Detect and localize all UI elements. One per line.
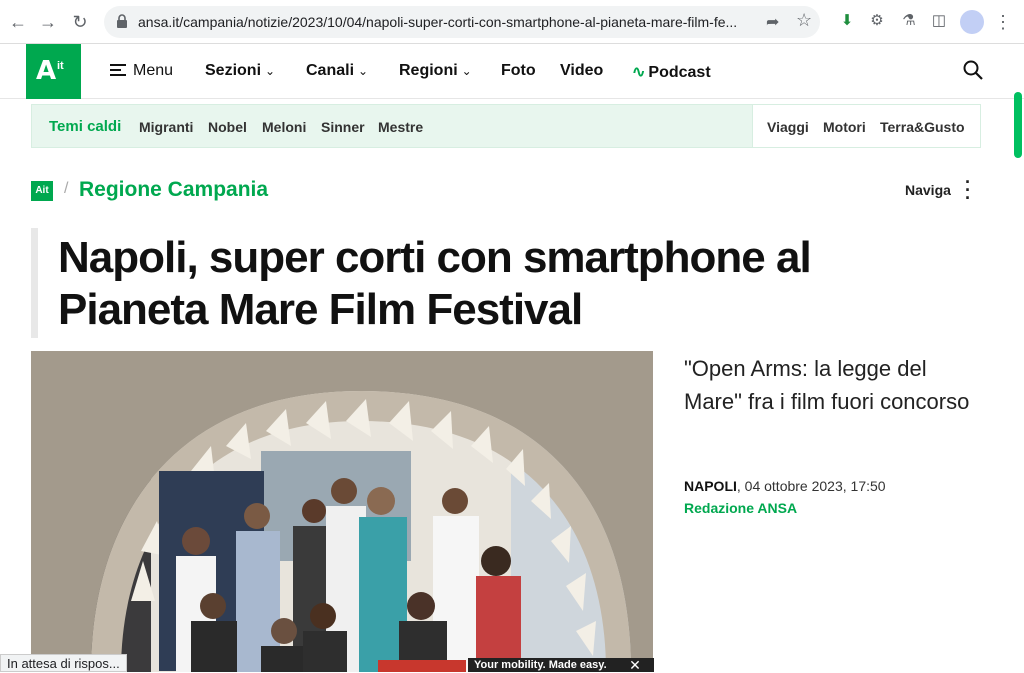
lock-icon bbox=[117, 14, 127, 28]
page-title: Napoli, super corti con smartphone al Pi… bbox=[58, 233, 812, 334]
hot-topic-link[interactable]: Nobel bbox=[208, 119, 247, 135]
article-photo[interactable] bbox=[31, 351, 653, 672]
hot-topics-label: Temi caldi bbox=[49, 118, 122, 135]
reload-icon[interactable]: ↻ bbox=[66, 8, 94, 36]
browser-toolbar: ← → ↻ ansa.it/campania/notizie/2023/10/0… bbox=[0, 0, 1024, 44]
article-author[interactable]: Redazione ANSA bbox=[684, 500, 797, 516]
chevron-down-icon: ⌄ bbox=[358, 64, 369, 78]
menu-button[interactable]: Menu bbox=[110, 62, 173, 80]
channel-link[interactable]: Motori bbox=[823, 119, 866, 135]
search-icon[interactable] bbox=[963, 60, 983, 80]
shark-jaw-photo-illustration bbox=[31, 351, 653, 672]
hamburger-icon bbox=[110, 64, 126, 76]
breadcrumb-home-logo[interactable]: Ait bbox=[31, 181, 53, 201]
chrome-menu-icon[interactable]: ⋮ bbox=[994, 10, 1012, 34]
nav-regioni-label: Regioni bbox=[399, 62, 458, 79]
nav-video[interactable]: Video bbox=[560, 62, 603, 80]
nav-foto[interactable]: Foto bbox=[501, 62, 536, 80]
chevron-down-icon: ⌄ bbox=[265, 64, 276, 78]
nav-canali-label: Canali bbox=[306, 62, 355, 79]
breadcrumb-separator: / bbox=[64, 180, 69, 197]
nav-sezioni[interactable]: Sezioni ⌄ bbox=[205, 62, 275, 80]
hot-topics-bar: Temi caldi Migranti Nobel Meloni Sinner … bbox=[31, 104, 981, 148]
menu-label: Menu bbox=[133, 62, 174, 79]
chevron-down-icon: ⌄ bbox=[461, 64, 472, 78]
site-header: A it Menu Sezioni ⌄ Canali ⌄ Regioni ⌄ Foto… bbox=[0, 44, 1024, 99]
logo-letter: A bbox=[36, 56, 57, 86]
nav-sezioni-label: Sezioni bbox=[205, 62, 262, 79]
channel-links: Viaggi Motori Terra&Gusto bbox=[752, 105, 980, 147]
lab-flask-icon[interactable]: ⚗ bbox=[898, 10, 920, 32]
nav-podcast[interactable]: ∿ Podcast bbox=[632, 62, 711, 82]
hot-topic-link[interactable]: Migranti bbox=[139, 119, 193, 135]
logo-suffix: it bbox=[57, 60, 64, 72]
hot-topic-link[interactable]: Sinner bbox=[321, 119, 365, 135]
bookmark-star-icon[interactable]: ☆ bbox=[796, 10, 812, 31]
nav-regioni[interactable]: Regioni ⌄ bbox=[399, 62, 472, 80]
back-icon[interactable]: ← bbox=[4, 8, 32, 36]
ad-thumbnail[interactable] bbox=[378, 660, 466, 672]
nav-podcast-label: Podcast bbox=[648, 64, 711, 81]
hot-topic-link[interactable]: Meloni bbox=[262, 119, 306, 135]
channel-link[interactable]: Viaggi bbox=[767, 119, 809, 135]
article-date: , 04 ottobre 2023, 17:50 bbox=[736, 478, 886, 494]
article-place: NAPOLI bbox=[684, 478, 737, 494]
forward-icon[interactable]: → bbox=[34, 8, 62, 36]
profile-avatar[interactable] bbox=[960, 10, 984, 34]
url-text[interactable]: ansa.it/campania/notizie/2023/10/04/napo… bbox=[138, 14, 748, 30]
naviga-button[interactable]: Naviga bbox=[905, 182, 951, 198]
soundwave-icon: ∿ bbox=[632, 64, 646, 81]
title-block: Napoli, super corti con smartphone al Pi… bbox=[31, 228, 931, 338]
nav-canali[interactable]: Canali ⌄ bbox=[306, 62, 368, 80]
side-panel-icon[interactable]: ◫ bbox=[928, 10, 950, 32]
address-bar[interactable]: ansa.it/campania/notizie/2023/10/04/napo… bbox=[104, 6, 820, 38]
scrollbar-thumb[interactable] bbox=[1014, 92, 1022, 158]
channel-link[interactable]: Terra&Gusto bbox=[880, 119, 965, 135]
article-subtitle: "Open Arms: la legge del Mare" fra i fil… bbox=[684, 356, 970, 414]
article-meta: NAPOLI, 04 ottobre 2023, 17:50 bbox=[684, 478, 886, 494]
download-extension-icon[interactable]: ⬇ bbox=[836, 10, 858, 32]
hot-topic-link[interactable]: Mestre bbox=[378, 119, 423, 135]
ansa-logo[interactable]: A it bbox=[26, 44, 81, 99]
share-icon[interactable]: ➦ bbox=[766, 12, 779, 32]
vertical-dots-icon[interactable]: · · · bbox=[962, 173, 974, 207]
extensions-puzzle-icon[interactable]: ⚙ bbox=[866, 10, 888, 32]
breadcrumb-region[interactable]: Regione Campania bbox=[79, 178, 268, 202]
status-bubble: In attesa di rispos... bbox=[0, 654, 127, 672]
close-icon[interactable]: ✕ bbox=[626, 657, 644, 673]
